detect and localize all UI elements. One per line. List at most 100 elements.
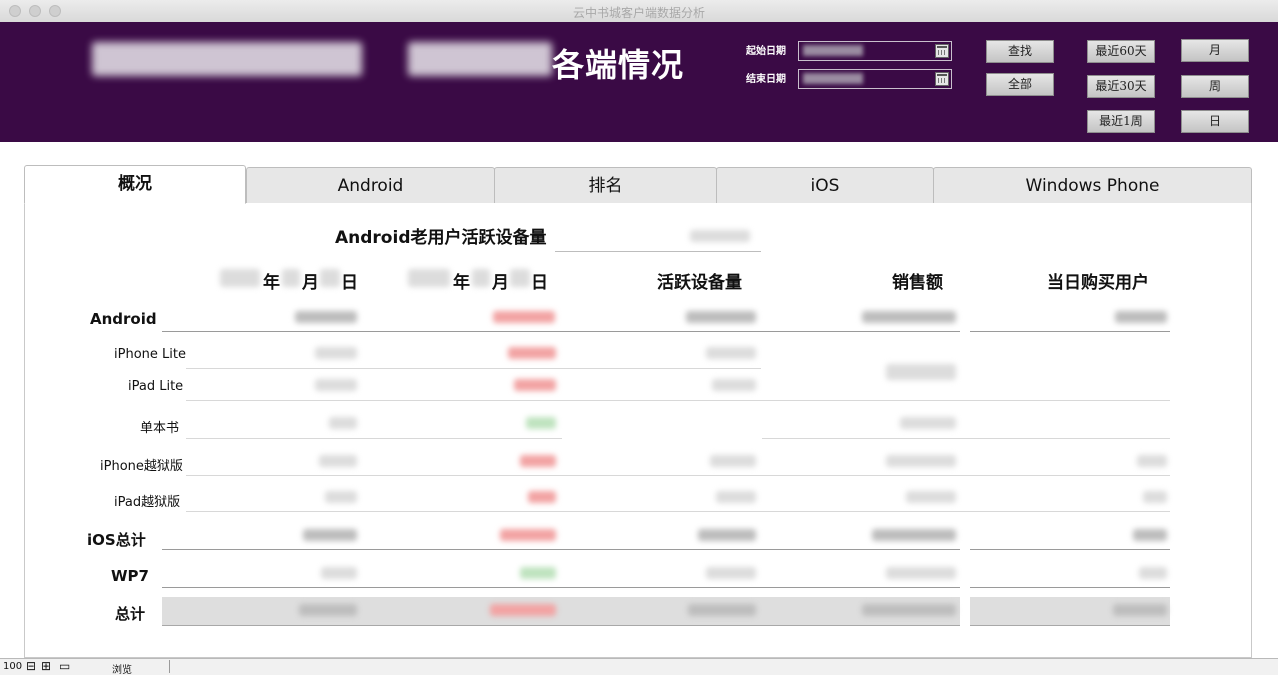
calendar-icon[interactable] xyxy=(935,44,949,58)
by-week-button[interactable]: 周 xyxy=(1181,75,1249,98)
calendar-icon[interactable] xyxy=(935,72,949,86)
redacted-value xyxy=(299,604,357,616)
redacted-value xyxy=(500,529,556,541)
row-label-ipad-lite: iPad Lite xyxy=(128,379,184,394)
redacted-text xyxy=(408,42,552,76)
col-a-day: 日 xyxy=(341,273,358,293)
redacted-value xyxy=(315,347,357,359)
divider xyxy=(970,549,1170,550)
by-day-button[interactable]: 日 xyxy=(1181,110,1249,133)
redacted-value xyxy=(320,269,340,287)
col-b-day: 日 xyxy=(531,273,548,293)
tab-windows-phone[interactable]: Windows Phone xyxy=(933,167,1252,204)
last-1-week-button[interactable]: 最近1周 xyxy=(1087,110,1155,133)
last-60-days-button[interactable]: 最近60天 xyxy=(1087,40,1155,63)
col-active-devices: 活跃设备量 xyxy=(657,273,742,293)
col-sales: 销售额 xyxy=(892,273,943,293)
row-label-ipad-jailbreak: iPad越狱版 xyxy=(114,495,181,510)
redacted-value xyxy=(528,491,556,503)
redacted-value xyxy=(886,567,956,579)
redacted-value xyxy=(886,364,956,380)
start-date-field[interactable] xyxy=(798,41,952,61)
tab-android[interactable]: Android xyxy=(246,167,495,204)
zoom-in-icon[interactable]: ⊞ xyxy=(41,660,51,672)
redacted-value xyxy=(315,379,357,391)
redacted-value xyxy=(872,529,956,541)
row-label-android: Android xyxy=(90,310,157,328)
row-label-single-book: 单本书 xyxy=(140,421,180,436)
redacted-value xyxy=(1133,529,1167,541)
redacted-value xyxy=(1137,455,1167,467)
toolbar-toggle-icon[interactable]: ▭ xyxy=(59,660,70,672)
show-all-button[interactable]: 全部 xyxy=(986,73,1054,96)
redacted-value xyxy=(329,417,357,429)
divider xyxy=(762,438,1170,439)
redacted-value xyxy=(712,379,756,391)
redacted-text xyxy=(803,73,863,84)
redacted-value xyxy=(493,311,555,323)
redacted-value xyxy=(472,269,490,287)
divider xyxy=(970,331,1170,332)
total-row-band xyxy=(162,597,960,626)
divider xyxy=(186,400,1170,401)
tab-ios[interactable]: iOS xyxy=(716,167,934,204)
redacted-value xyxy=(1139,567,1167,579)
by-month-button[interactable]: 月 xyxy=(1181,39,1249,62)
status-bar: 100 ⊟ ⊞ ▭ 浏览 xyxy=(0,658,1278,676)
divider xyxy=(555,251,761,252)
divider xyxy=(970,587,1170,588)
last-30-days-button[interactable]: 最近30天 xyxy=(1087,75,1155,98)
redacted-value xyxy=(282,269,300,287)
redacted-value xyxy=(906,491,956,503)
redacted-value xyxy=(321,567,357,579)
window-titlebar: 云中书城客户端数据分析 xyxy=(0,0,1278,23)
redacted-value xyxy=(686,311,756,323)
row-label-ios-total: iOS总计 xyxy=(87,531,146,549)
redacted-value xyxy=(710,455,756,467)
row-label-iphone-lite: iPhone Lite xyxy=(114,347,186,362)
redacted-value xyxy=(319,455,357,467)
window-title: 云中书城客户端数据分析 xyxy=(572,6,705,20)
redacted-value xyxy=(295,311,357,323)
zoom-level[interactable]: 100 xyxy=(3,661,22,672)
redacted-value xyxy=(1113,604,1167,616)
redacted-value xyxy=(514,379,556,391)
end-date-field[interactable] xyxy=(798,69,952,89)
search-button[interactable]: 查找 xyxy=(986,40,1054,63)
redacted-value xyxy=(520,455,556,467)
divider xyxy=(162,587,960,588)
tab-overview[interactable]: 概况 xyxy=(24,165,246,204)
col-b-year: 年 xyxy=(453,273,470,293)
redacted-value xyxy=(862,311,956,323)
redacted-value xyxy=(900,417,956,429)
redacted-value xyxy=(862,604,956,616)
redacted-value xyxy=(690,230,750,242)
row-label-total: 总计 xyxy=(115,605,146,623)
divider xyxy=(186,475,1170,476)
redacted-value xyxy=(1115,311,1167,323)
divider xyxy=(186,511,1170,512)
redacted-value xyxy=(520,567,556,579)
divider xyxy=(162,331,960,332)
page-title: 各端情况 xyxy=(552,46,685,84)
redacted-value xyxy=(408,269,450,287)
redacted-value xyxy=(706,347,756,359)
divider xyxy=(162,549,960,550)
redacted-value xyxy=(490,604,556,616)
redacted-value xyxy=(1143,491,1167,503)
redacted-value xyxy=(220,269,260,287)
redacted-value xyxy=(303,529,357,541)
divider xyxy=(169,660,170,673)
redacted-value xyxy=(508,347,556,359)
divider xyxy=(186,438,562,439)
redacted-value xyxy=(325,491,357,503)
redacted-value xyxy=(510,269,530,287)
redacted-value xyxy=(716,491,756,503)
android-old-active-label: Android老用户活跃设备量 xyxy=(335,228,547,248)
row-label-wp7: WP7 xyxy=(111,567,149,585)
tab-ranking[interactable]: 排名 xyxy=(494,167,717,204)
redacted-text xyxy=(92,42,362,76)
redacted-value xyxy=(688,604,756,616)
end-date-label: 结束日期 xyxy=(746,74,786,85)
zoom-out-icon[interactable]: ⊟ xyxy=(26,660,36,672)
